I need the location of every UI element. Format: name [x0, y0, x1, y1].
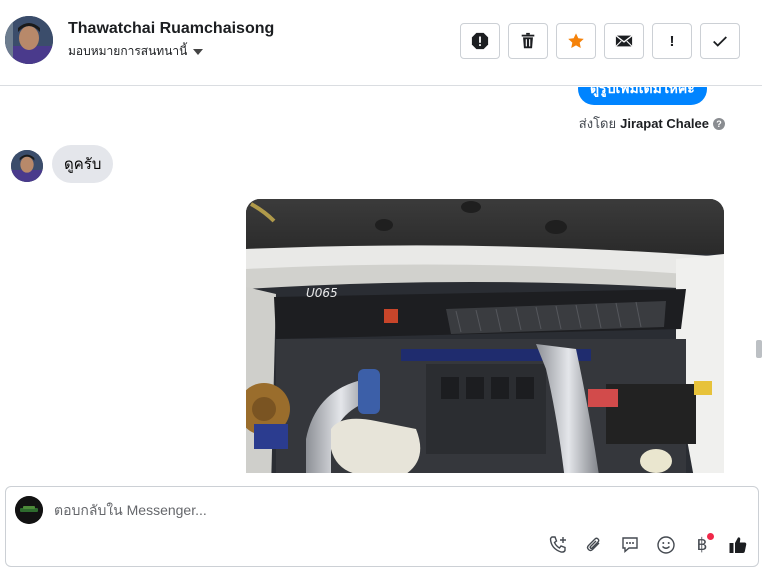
conversation-actions: !	[460, 23, 740, 59]
delete-button[interactable]	[508, 23, 548, 59]
add-call-icon	[549, 536, 566, 553]
marker-text: U065	[306, 286, 338, 300]
notification-dot	[707, 533, 714, 540]
engine-bay-photo[interactable]: U065	[246, 199, 724, 473]
incoming-message-bubble[interactable]: ดูครับ	[52, 145, 114, 183]
mark-spam-button[interactable]	[460, 23, 500, 59]
contact-avatar[interactable]	[5, 16, 53, 64]
add-call-button[interactable]	[546, 533, 570, 557]
saved-reply-icon	[622, 537, 638, 554]
reply-input[interactable]	[54, 499, 534, 521]
exclamation-icon: !	[669, 32, 675, 50]
reply-composer: ฿	[5, 486, 759, 567]
outgoing-message-bubble[interactable]: ดูรูปเพิ่มเติมให้ค่ะ	[578, 87, 707, 105]
page-avatar	[15, 496, 43, 524]
emoji-icon	[657, 536, 675, 554]
star-icon	[568, 33, 584, 49]
follow-up-button[interactable]: !	[652, 23, 692, 59]
sent-by-prefix: ส่งโดย	[578, 116, 617, 131]
sent-by-info: ส่งโดย Jirapat Chalee ?	[579, 113, 725, 134]
checkmark-icon	[713, 36, 727, 47]
star-button[interactable]	[556, 23, 596, 59]
saved-replies-button[interactable]	[618, 533, 642, 557]
payment-button[interactable]: ฿	[690, 533, 714, 557]
like-icon	[729, 537, 747, 553]
attachment-icon	[586, 537, 600, 552]
message-thread[interactable]: ดูรูปเพิ่มเติมให้ค่ะ ส่งโดย Jirapat Chal…	[0, 87, 755, 473]
assign-label: มอบหมายการสนทนานี้	[68, 44, 188, 58]
composer-tools: ฿	[546, 533, 750, 557]
contact-avatar-small	[11, 150, 43, 182]
chevron-down-icon	[193, 49, 204, 55]
scrollbar-thumb[interactable]	[756, 340, 762, 358]
mail-icon	[615, 35, 633, 47]
help-icon[interactable]: ?	[713, 117, 725, 130]
contact-name[interactable]: Thawatchai Ruamchaisong	[68, 20, 274, 38]
payment-baht-icon: ฿	[696, 535, 708, 555]
like-button[interactable]	[726, 533, 750, 557]
mark-unread-button[interactable]	[604, 23, 644, 59]
sent-by-name: Jirapat Chalee	[620, 116, 709, 131]
conversation-header: Thawatchai Ruamchaisong มอบหมายการสนทนาน…	[0, 0, 762, 86]
mark-done-button[interactable]	[700, 23, 740, 59]
alert-circle-icon	[471, 32, 489, 50]
emoji-button[interactable]	[654, 533, 678, 557]
trash-icon	[521, 32, 535, 49]
attachment-button[interactable]	[582, 533, 606, 557]
assign-conversation-dropdown[interactable]: มอบหมายการสนทนานี้	[68, 42, 204, 61]
